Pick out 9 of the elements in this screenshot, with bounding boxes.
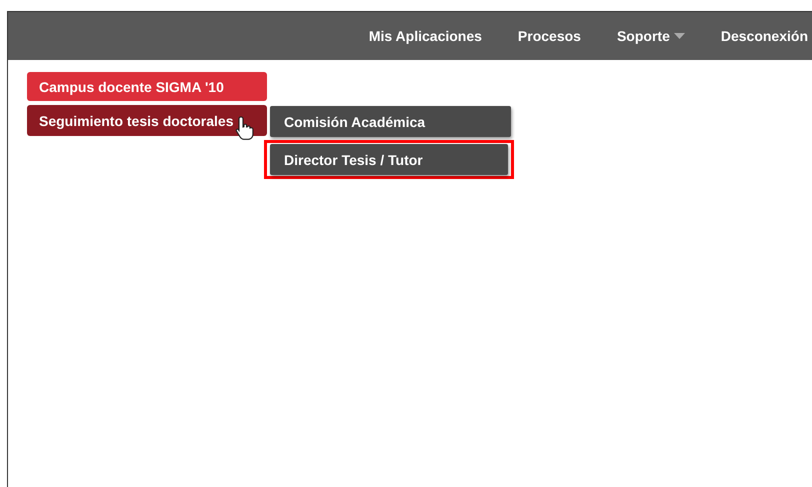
menu-button[interactable]: Campus docente SIGMA '10 — [27, 72, 267, 101]
submenu-item[interactable]: Comisión Académica — [270, 106, 511, 137]
nav-link[interactable]: Procesos — [500, 28, 599, 44]
nav-link[interactable]: Desconexión — [702, 28, 810, 44]
nav-link[interactable]: Soporte — [598, 28, 703, 44]
menu-button[interactable]: Seguimiento tesis doctorales — [27, 105, 267, 136]
submenu-item[interactable]: Director Tesis / Tutor — [270, 144, 508, 175]
nav-link[interactable]: Mis Aplicaciones — [350, 28, 500, 44]
caret-icon — [674, 33, 685, 39]
